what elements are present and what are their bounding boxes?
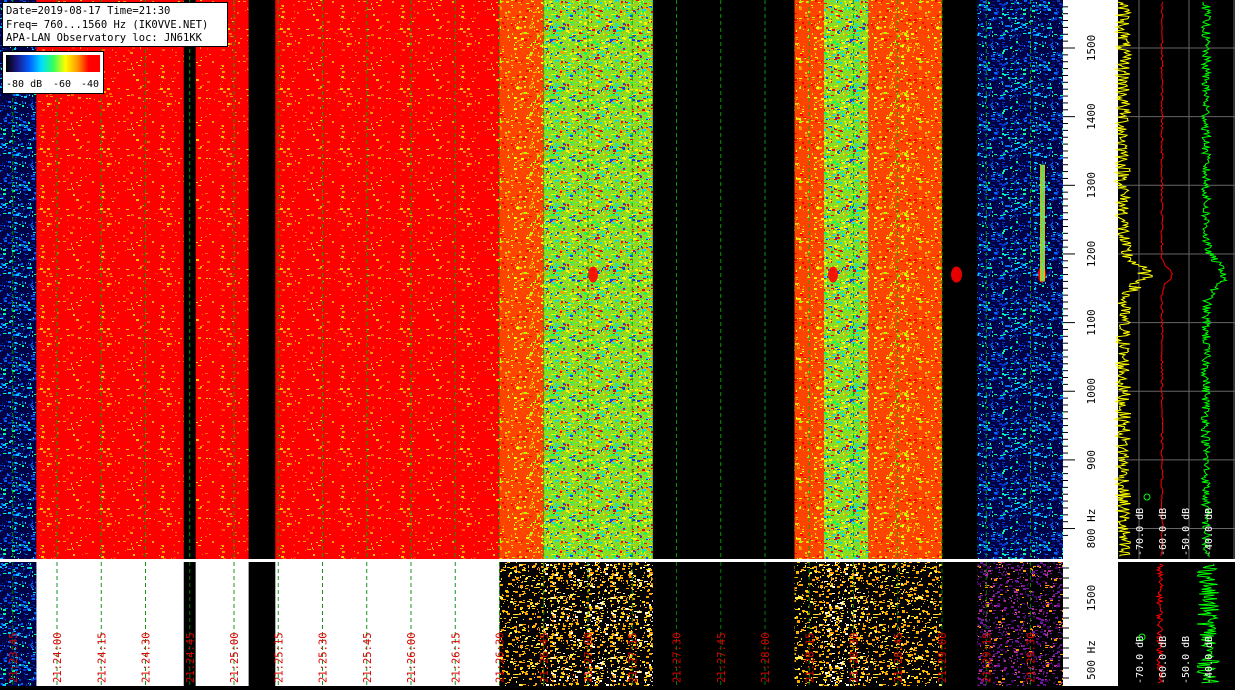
freq-tick-label: 1100 bbox=[1085, 309, 1098, 336]
legend-label-max: -40 bbox=[81, 79, 100, 90]
meteor-trail-core bbox=[1041, 164, 1044, 282]
lower-segment-11 bbox=[868, 562, 942, 686]
waterfall-segment-4 bbox=[248, 0, 276, 559]
color-scale-bar bbox=[6, 55, 100, 72]
freq-tick-label: 1000 bbox=[1085, 378, 1098, 405]
waterfall-segment-5 bbox=[275, 0, 500, 559]
axis-panel-upper bbox=[1063, 0, 1118, 559]
time-tick-label: 21:29:15 bbox=[981, 632, 993, 683]
time-tick-label: 21:27:15 bbox=[627, 632, 639, 683]
waterfall-upper bbox=[0, 0, 1063, 559]
time-tick-label: 21:28:30 bbox=[849, 632, 861, 683]
waterfall-segment-6 bbox=[499, 0, 544, 559]
waterfall-segment-11 bbox=[868, 0, 942, 559]
db-scale-label: -50.0 dB bbox=[1181, 508, 1192, 556]
time-tick-label: 21:28:15 bbox=[804, 632, 816, 683]
frequency-axis: 1500 1400 1300 1200 1100 1000 900 800 Hz 1500 500… bbox=[1063, 0, 1118, 686]
time-tick-label: 21:27:30 bbox=[672, 632, 684, 683]
time-tick-label: 21:27:00 bbox=[583, 632, 595, 683]
lower-segment-10 bbox=[824, 562, 869, 686]
db-scale-label-lower: -70.0 dB bbox=[1135, 636, 1146, 684]
panel-separator bbox=[0, 559, 1235, 562]
time-tick-label: 21:26:00 bbox=[406, 632, 418, 683]
time-tick-label: 21:29:00 bbox=[937, 632, 949, 683]
time-tick-label: 21:27:45 bbox=[716, 632, 728, 683]
legend-label-min: -80 dB bbox=[6, 79, 43, 90]
time-tick-label: 21:25:15 bbox=[273, 632, 285, 683]
time-tick-label: 21:26:15 bbox=[450, 632, 462, 683]
time-tick-label: 21:25:30 bbox=[318, 632, 330, 683]
freq-tick-label: 1300 bbox=[1085, 172, 1098, 199]
db-scale-label: -40.0 dB bbox=[1204, 508, 1215, 556]
lower-freq-tick-label: 500 Hz bbox=[1085, 640, 1098, 680]
freq-tick-label: 1200 bbox=[1085, 241, 1098, 268]
freq-tick-label: 1400 bbox=[1085, 103, 1098, 129]
db-scale-label-lower: -50.0 dB bbox=[1181, 636, 1192, 684]
lower-freq-tick-label: 1500 bbox=[1085, 585, 1098, 612]
db-scale-label: -70.0 dB bbox=[1135, 508, 1146, 556]
waterfall-segment-8 bbox=[652, 0, 795, 559]
info-box: Date=2019-08-17 Time=21:30 Freq= 760...1… bbox=[2, 2, 228, 47]
freq-tick-label: 800 Hz bbox=[1085, 509, 1098, 549]
waterfall-segment-9 bbox=[794, 0, 824, 559]
lower-segment-5 bbox=[275, 562, 500, 686]
time-tick-label: 21:23:45 bbox=[8, 632, 20, 683]
color-scale-labels: -80 dB -60 -40 bbox=[6, 79, 102, 91]
waterfall-segment-2 bbox=[183, 0, 196, 559]
db-scale-label-lower: -40.0 dB bbox=[1204, 636, 1215, 684]
spectrogram-display: 21:23:45 21:24:00 21:24:15 21:24:30 21:24:45… bbox=[0, 0, 1235, 686]
time-tick-label: 21:28:45 bbox=[893, 632, 905, 683]
spectrum-bg-upper bbox=[1118, 0, 1235, 559]
time-tick-label: 21:24:45 bbox=[185, 632, 197, 683]
time-tick-label: 21:24:00 bbox=[52, 632, 64, 683]
time-tick-label: 21:26:45 bbox=[539, 632, 551, 683]
freq-tick-label: 1500 bbox=[1085, 35, 1098, 62]
time-tick-label: 21:25:45 bbox=[362, 632, 374, 683]
signal-blob-0 bbox=[588, 266, 598, 283]
spectrum-panel: -70.0 dB -70.0 dB -60.0 dB -60.0 dB -50.0 dB… bbox=[1113, 0, 1235, 686]
waterfall-segment-13 bbox=[977, 0, 1063, 559]
signal-blob-1 bbox=[828, 266, 838, 283]
frequency-line: Freq= 760...1560 Hz (IK0VVE.NET) bbox=[6, 18, 209, 31]
time-tick-label: 21:24:15 bbox=[96, 632, 108, 683]
spectrogram-chart: 21:23:45 21:24:00 21:24:15 21:24:30 21:24:45… bbox=[0, 0, 1235, 686]
observatory-line: APA-LAN Observatory loc: JN61KK bbox=[6, 32, 202, 44]
time-tick-label: 21:29:30 bbox=[1026, 632, 1038, 683]
lower-segment-4 bbox=[248, 562, 276, 686]
legend-label-mid: -60 bbox=[53, 79, 72, 90]
freq-tick-label: 900 bbox=[1085, 450, 1098, 470]
waterfall-segment-7 bbox=[543, 0, 653, 559]
color-scale-legend: -80 dB -60 -40 bbox=[2, 51, 104, 94]
time-tick-label: 21:25:00 bbox=[229, 632, 241, 683]
waterfall-segment-3 bbox=[195, 0, 249, 559]
time-tick-label: 21:26:30 bbox=[495, 632, 507, 683]
db-scale-label-lower: -60.0 dB bbox=[1158, 636, 1169, 684]
time-tick-label: 21:24:30 bbox=[141, 632, 153, 683]
db-scale-label: -60.0 dB bbox=[1158, 508, 1169, 556]
time-tick-label: 21:28:00 bbox=[760, 632, 772, 683]
signal-blob-2 bbox=[951, 266, 962, 283]
date-time-line: Date=2019-08-17 Time=21:30 bbox=[6, 5, 171, 17]
